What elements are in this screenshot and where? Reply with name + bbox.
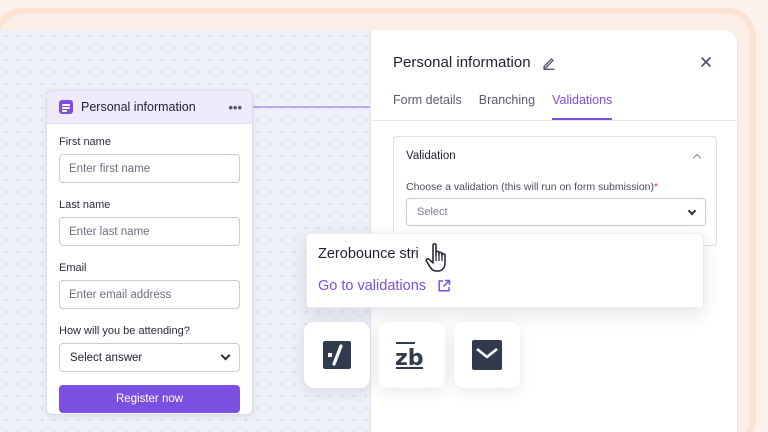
register-button[interactable]: Register now	[59, 385, 240, 413]
email-field[interactable]: Enter email address	[59, 280, 240, 309]
close-icon[interactable]	[700, 56, 712, 68]
node-connector	[253, 106, 383, 108]
first-name-field[interactable]: Enter first name	[59, 154, 240, 183]
validation-title: Validation	[406, 150, 456, 162]
integration-tile[interactable]	[454, 322, 520, 388]
validation-dropdown: Zerobounce stri Go to validations	[306, 233, 704, 308]
tab-branching[interactable]: Branching	[479, 93, 535, 120]
last-name-label: Last name	[59, 199, 111, 211]
svg-text:zb: zb	[395, 346, 424, 371]
first-name-label: First name	[59, 136, 111, 148]
attending-label: How will you be attending?	[59, 325, 190, 337]
pencil-icon[interactable]	[542, 56, 556, 70]
tab-form-details[interactable]: Form details	[393, 93, 462, 120]
validation-section: Validation Choose a validation (this wil…	[393, 136, 717, 246]
last-name-field[interactable]: Enter last name	[59, 217, 240, 246]
required-mark: *	[654, 181, 659, 193]
chevron-down-icon	[687, 206, 697, 215]
tabs-divider	[371, 120, 737, 121]
panel-tabs: Form details Branching Validations	[393, 93, 629, 120]
form-node-title: Personal information	[81, 100, 196, 114]
external-link-icon	[438, 279, 451, 292]
email-label: Email	[59, 262, 87, 274]
dropdown-option-zerobounce[interactable]: Zerobounce stri	[318, 246, 419, 262]
zb-logo-icon: zb	[395, 342, 424, 371]
attending-select-value: Select answer	[70, 351, 143, 364]
tab-validations[interactable]: Validations	[552, 93, 613, 120]
chevron-down-icon	[220, 350, 231, 361]
attending-select[interactable]: Select answer	[59, 343, 240, 372]
integration-tile[interactable]	[304, 322, 370, 388]
integration-tile[interactable]: zb	[379, 322, 445, 388]
pointer-hand-icon	[425, 243, 446, 272]
more-options-icon[interactable]: •••	[228, 100, 242, 115]
validation-select[interactable]: Select	[406, 198, 706, 226]
collapse-chevron-icon[interactable]	[692, 153, 702, 163]
checkmark-logo-icon	[323, 341, 351, 369]
panel-title: Personal information	[393, 54, 531, 71]
form-node[interactable]: Personal information ••• First name Ente…	[46, 90, 253, 415]
form-node-header: Personal information •••	[47, 91, 252, 124]
mail-logo-icon	[472, 340, 502, 370]
validation-select-placeholder: Select	[417, 206, 448, 218]
go-to-validations-label: Go to validations	[318, 278, 427, 294]
validation-select-label: Choose a validation (this will run on fo…	[406, 181, 659, 193]
form-doc-icon	[59, 100, 73, 114]
go-to-validations-link[interactable]: Go to validations	[318, 278, 451, 294]
